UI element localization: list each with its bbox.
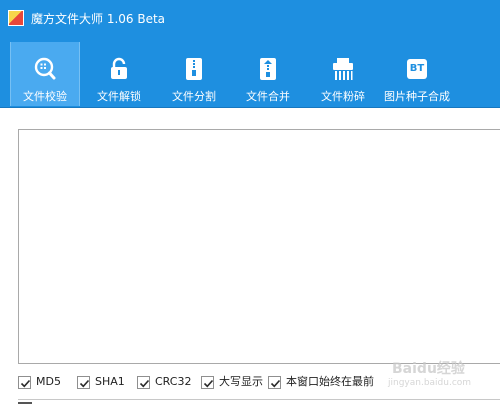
always-on-top-label: 本窗口始终在最前 <box>286 375 374 388</box>
checkbox-box <box>77 376 90 389</box>
md5-checkbox[interactable]: MD5 <box>18 373 66 393</box>
app-window: 魔方文件大师 1.06 Beta 文件校验 文件解锁 文件分割 文件合并 文件粉… <box>0 0 500 404</box>
unlock-icon <box>106 56 132 82</box>
title-bar: 魔方文件大师 1.06 Beta <box>0 0 500 38</box>
sha1-label: SHA1 <box>95 375 125 388</box>
uppercase-checkbox[interactable]: 大写显示 <box>201 373 265 393</box>
crc32-label: CRC32 <box>155 375 192 388</box>
checkbox-box <box>201 376 214 389</box>
main-toolbar: 文件校验 文件解锁 文件分割 文件合并 文件粉碎 BT 图片种子合成 <box>0 38 500 108</box>
tab-file-shred-label: 文件粉碎 <box>321 90 365 103</box>
watermark-sub: jingyan.baidu.com <box>388 378 472 388</box>
window-title: 魔方文件大师 1.06 Beta <box>31 12 166 26</box>
checkbox-box <box>18 376 31 389</box>
tab-file-verify[interactable]: 文件校验 <box>10 42 80 106</box>
zip-split-icon <box>181 56 207 82</box>
app-logo-icon <box>8 10 24 26</box>
tab-file-unlock-label: 文件解锁 <box>97 90 141 103</box>
result-textbox[interactable] <box>18 129 500 364</box>
checkbox-box <box>268 376 281 389</box>
crc32-checkbox[interactable]: CRC32 <box>137 373 197 393</box>
tab-file-split-label: 文件分割 <box>172 90 216 103</box>
tab-file-unlock[interactable]: 文件解锁 <box>86 42 152 106</box>
tab-file-merge-label: 文件合并 <box>246 90 290 103</box>
uppercase-label: 大写显示 <box>219 375 263 388</box>
bt-icon-text: BT <box>409 63 425 74</box>
tab-file-shred[interactable]: 文件粉碎 <box>308 42 378 106</box>
tab-file-verify-label: 文件校验 <box>23 90 67 103</box>
tab-file-merge[interactable]: 文件合并 <box>234 42 302 106</box>
checkbox-box <box>137 376 150 389</box>
zip-merge-icon <box>255 56 281 82</box>
magnifier-icon <box>32 56 58 82</box>
sha1-checkbox[interactable]: SHA1 <box>77 373 127 393</box>
tab-file-split[interactable]: 文件分割 <box>160 42 228 106</box>
tab-image-torrent[interactable]: BT 图片种子合成 <box>382 42 452 106</box>
watermark-text: Baidu经验 <box>392 361 465 377</box>
shredder-icon <box>330 56 356 82</box>
always-on-top-checkbox[interactable]: 本窗口始终在最前 <box>268 373 378 393</box>
md5-label: MD5 <box>36 375 61 388</box>
tab-image-torrent-label: 图片种子合成 <box>384 90 450 103</box>
baidu-watermark: Baidu经验 jingyan.baidu.com <box>378 352 498 400</box>
bt-icon: BT <box>404 56 430 82</box>
